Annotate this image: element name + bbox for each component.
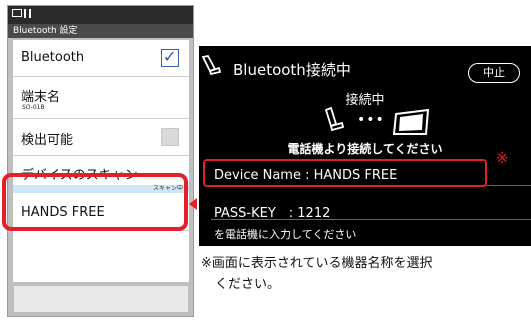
footnote: ※画面に表示されている機器名称を選択 ください。 xyxy=(201,253,531,295)
connection-dots: ••• xyxy=(357,112,385,128)
phone-bottom-panel xyxy=(14,286,188,312)
bluetooth-label: Bluetooth xyxy=(21,50,85,65)
checkmark-icon: ✓ xyxy=(163,47,177,66)
status-bar xyxy=(8,6,193,24)
phone-screen: Bluetooth 設定 Bluetooth ✓ 端末名 SO-01B 検出可能… xyxy=(7,5,194,317)
reference-mark: ※ xyxy=(496,149,509,167)
footnote-line: ※画面に表示されている機器名称を選択 xyxy=(201,256,433,271)
bluetooth-checkbox[interactable]: ✓ xyxy=(161,47,179,67)
connector-arrow xyxy=(189,198,197,210)
hands-free-highlight xyxy=(2,173,188,231)
navi-unit-icon xyxy=(392,108,430,135)
discoverable-row[interactable]: 検出可能 xyxy=(13,119,189,156)
signal-icon xyxy=(24,9,31,18)
connection-title: Bluetooth接続中 xyxy=(233,61,351,79)
passkey: PASS-KEY : 1212 xyxy=(214,206,331,221)
discoverable-label: 検出可能 xyxy=(21,133,74,148)
battery-icon xyxy=(12,9,22,17)
device-name-row[interactable]: 端末名 SO-01B xyxy=(13,77,189,119)
bluetooth-row[interactable]: Bluetooth ✓ xyxy=(13,40,189,77)
phone-icon xyxy=(201,54,222,76)
device-model: SO-01B xyxy=(22,104,45,111)
connect-instruction: 電話機より接続してください xyxy=(287,142,443,156)
enter-passkey-instruction: を電話機に入力してください xyxy=(214,228,357,241)
device-name-label: 端末名 xyxy=(21,90,61,105)
settings-list: Bluetooth ✓ 端末名 SO-01B 検出可能 デバイスのスキャン スキ… xyxy=(13,40,189,282)
footnote-line: ください。 xyxy=(215,277,281,292)
stop-button[interactable]: 中止 xyxy=(468,63,520,83)
settings-title: Bluetooth 設定 xyxy=(8,24,193,38)
navi-screen: Bluetooth接続中 中止 接続中 ••• 電話機より接続してください ※ … xyxy=(199,46,531,246)
mobile-phone-icon xyxy=(324,106,345,132)
device-name: Device Name : HANDS FREE xyxy=(214,168,398,183)
discoverable-checkbox[interactable] xyxy=(161,128,179,146)
